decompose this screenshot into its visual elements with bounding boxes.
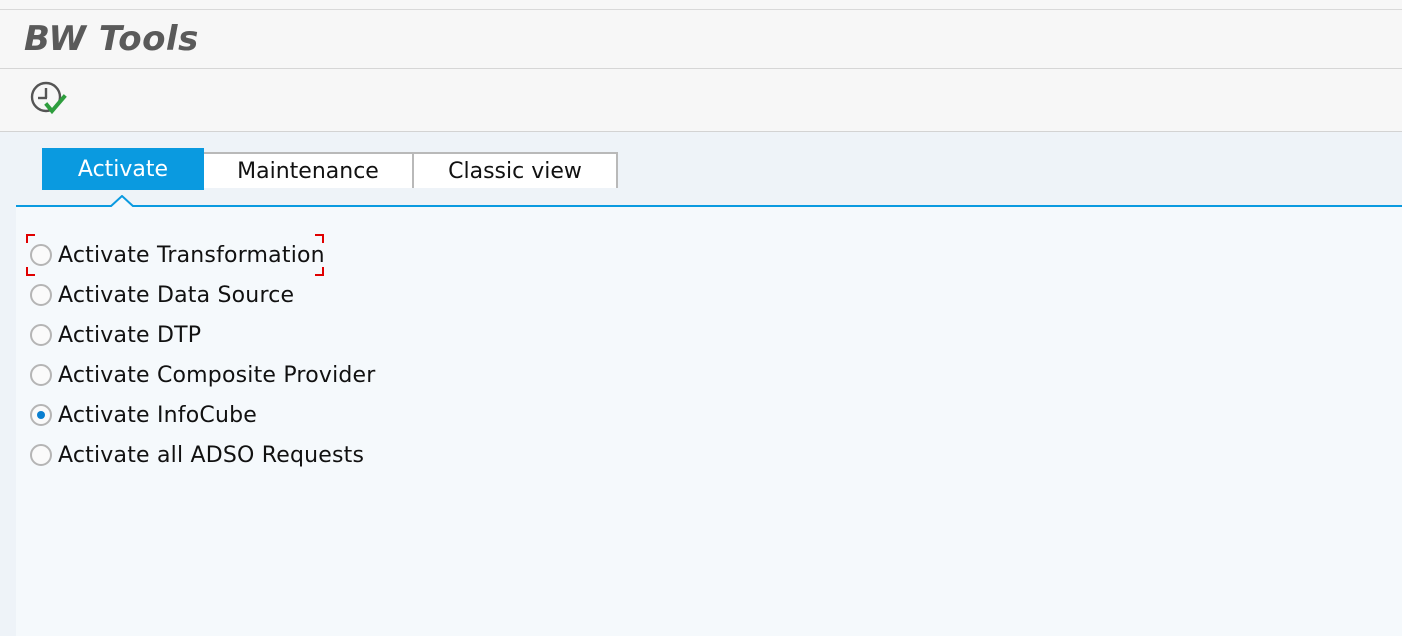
radio-button-selected[interactable]	[30, 404, 52, 426]
option-activate-infocube[interactable]: Activate InfoCube	[28, 395, 376, 435]
option-activate-composite-provider[interactable]: Activate Composite Provider	[28, 355, 376, 395]
tab-strip-area: Activate Maintenance Classic view Activa…	[0, 132, 1402, 636]
activation-option-group: Activate Transformation Activate Data So…	[26, 234, 376, 475]
option-label: Activate Composite Provider	[58, 362, 376, 388]
active-tab-caret-icon	[110, 195, 134, 207]
option-label: Activate InfoCube	[58, 402, 257, 428]
tab-activate[interactable]: Activate	[42, 148, 204, 190]
page-title: BW Tools	[24, 19, 199, 59]
execute-clock-check-icon	[30, 81, 67, 115]
application-toolbar	[0, 69, 1402, 132]
option-activate-dtp[interactable]: Activate DTP	[28, 315, 376, 355]
option-label: Activate all ADSO Requests	[58, 442, 365, 468]
radio-button[interactable]	[30, 444, 52, 466]
focus-frame	[26, 234, 324, 276]
title-bar: BW Tools	[0, 10, 1402, 69]
radio-button[interactable]	[30, 324, 52, 346]
execute-button[interactable]	[26, 77, 70, 121]
tab-classic-view[interactable]: Classic view	[414, 152, 618, 188]
radio-button[interactable]	[30, 244, 52, 266]
top-strip	[0, 0, 1402, 10]
radio-button[interactable]	[30, 284, 52, 306]
option-label: Activate Data Source	[58, 282, 295, 308]
tab-strip: Activate Maintenance Classic view	[42, 148, 618, 190]
option-label: Activate DTP	[58, 322, 202, 348]
option-activate-transformation[interactable]: Activate Transformation	[26, 234, 376, 276]
tab-maintenance[interactable]: Maintenance	[204, 152, 414, 188]
radio-button[interactable]	[30, 364, 52, 386]
option-activate-all-adso-requests[interactable]: Activate all ADSO Requests	[28, 435, 376, 475]
option-activate-data-source[interactable]: Activate Data Source	[28, 275, 376, 315]
